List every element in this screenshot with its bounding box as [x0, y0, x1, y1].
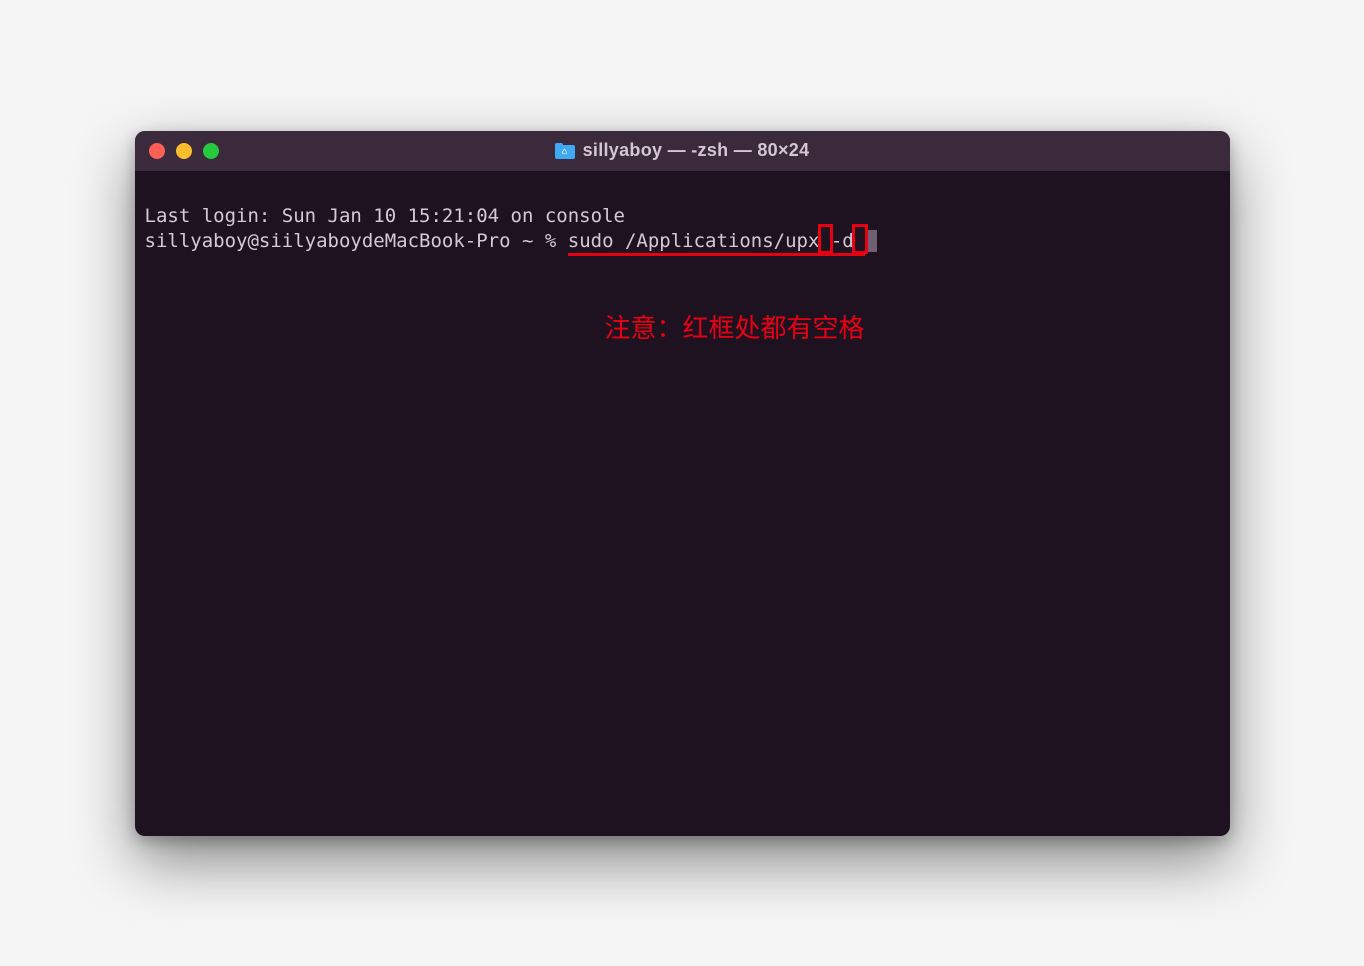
cursor — [866, 230, 877, 252]
maximize-button[interactable] — [203, 143, 219, 159]
terminal-window: ⌂ sillyaboy — -zsh — 80×24 Last login: S… — [135, 131, 1230, 836]
minimize-button[interactable] — [176, 143, 192, 159]
annotation-text: 注意：红框处都有空格 — [605, 316, 1220, 341]
traffic-lights — [149, 143, 219, 159]
titlebar[interactable]: ⌂ sillyaboy — -zsh — 80×24 — [135, 131, 1230, 171]
space-highlight-box-1 — [818, 224, 833, 254]
title-wrap: ⌂ sillyaboy — -zsh — 80×24 — [135, 131, 1230, 171]
last-login-line: Last login: Sun Jan 10 15:21:04 on conso… — [145, 205, 625, 227]
prompt-text: sillyaboy@siilyaboydeMacBook-Pro ~ % — [145, 230, 568, 252]
close-button[interactable] — [149, 143, 165, 159]
prompt-line: sillyaboy@siilyaboydeMacBook-Pro ~ % sud… — [145, 229, 878, 254]
terminal-body[interactable]: Last login: Sun Jan 10 15:21:04 on conso… — [135, 171, 1230, 836]
folder-icon: ⌂ — [555, 143, 575, 159]
window-title: sillyaboy — -zsh — 80×24 — [583, 140, 810, 161]
space-highlight-box-2 — [852, 224, 867, 254]
